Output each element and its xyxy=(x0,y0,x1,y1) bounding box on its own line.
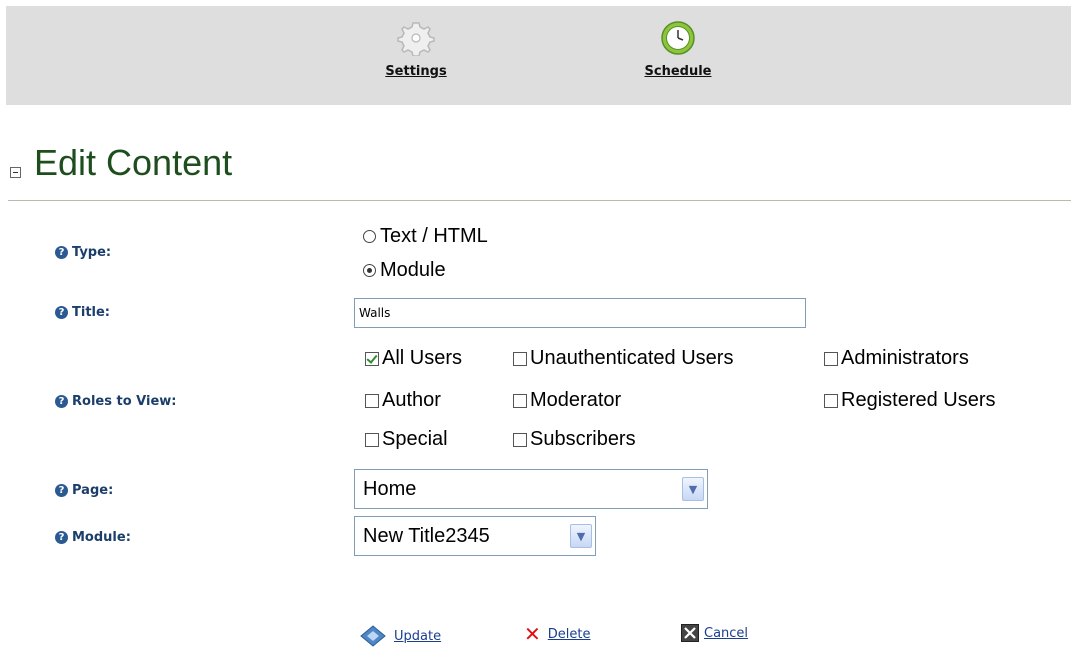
update-icon xyxy=(360,625,386,647)
title-input[interactable] xyxy=(354,298,806,328)
type-label: ? Type: xyxy=(55,245,111,260)
cancel-action[interactable]: Cancel xyxy=(681,624,748,642)
role-label: All Users xyxy=(382,347,463,369)
chevron-down-icon[interactable]: ▼ xyxy=(682,477,704,501)
role-label: Administrators xyxy=(841,347,969,369)
update-link[interactable]: Update xyxy=(394,629,441,644)
role-checkbox-special[interactable]: Special xyxy=(365,428,448,451)
module-label: ? Module: xyxy=(55,530,131,545)
role-checkbox-subscribers[interactable]: Subscribers xyxy=(513,428,636,451)
module-select[interactable]: New Title2345 ▼ xyxy=(354,516,596,556)
update-action[interactable]: Update xyxy=(359,624,441,648)
checkbox[interactable] xyxy=(365,351,379,366)
gear-icon xyxy=(397,22,435,56)
delete-link[interactable]: Delete xyxy=(548,627,591,642)
checkbox[interactable] xyxy=(365,393,379,408)
role-checkbox-author[interactable]: Author xyxy=(365,389,441,412)
title-label: ? Title: xyxy=(55,305,110,320)
help-icon[interactable]: ? xyxy=(55,306,68,319)
schedule-tab[interactable]: Schedule xyxy=(630,20,726,79)
title-divider xyxy=(8,200,1071,201)
help-icon[interactable]: ? xyxy=(55,395,68,408)
checkbox[interactable] xyxy=(824,351,838,366)
roles-label: ? Roles to View: xyxy=(55,394,176,409)
page-select[interactable]: Home ▼ xyxy=(354,469,708,509)
type-option-module[interactable]: Module xyxy=(363,259,446,282)
role-checkbox-moderator[interactable]: Moderator xyxy=(513,389,621,412)
type-option-label: Module xyxy=(380,259,446,281)
radio-module[interactable] xyxy=(363,264,376,277)
role-label: Author xyxy=(382,389,441,411)
schedule-link[interactable]: Schedule xyxy=(645,64,712,79)
type-label-text: Type: xyxy=(72,245,112,260)
type-option-label: Text / HTML xyxy=(380,225,488,247)
settings-link[interactable]: Settings xyxy=(385,64,446,79)
delete-action[interactable]: ✕ Delete xyxy=(524,624,590,644)
role-checkbox-all-users[interactable]: All Users xyxy=(365,347,462,370)
help-icon[interactable]: ? xyxy=(55,484,68,497)
top-toolbar: Settings Schedule xyxy=(6,6,1071,105)
role-label: Special xyxy=(382,428,448,450)
checkbox[interactable] xyxy=(824,393,838,408)
role-label: Registered Users xyxy=(841,389,996,411)
role-checkbox-registered-users[interactable]: Registered Users xyxy=(824,389,996,412)
role-label: Moderator xyxy=(530,389,622,411)
type-option-text-html[interactable]: Text / HTML xyxy=(363,225,488,248)
module-label-text: Module: xyxy=(72,530,131,545)
cancel-link[interactable]: Cancel xyxy=(704,626,748,641)
checkbox[interactable] xyxy=(365,432,379,447)
page-select-value: Home xyxy=(363,477,417,500)
checkbox[interactable] xyxy=(513,432,527,447)
help-icon[interactable]: ? xyxy=(55,531,68,544)
radio-text-html[interactable] xyxy=(363,230,376,243)
role-label: Unauthenticated Users xyxy=(530,347,734,369)
chevron-down-icon[interactable]: ▼ xyxy=(570,524,592,548)
collapse-toggle-icon[interactable] xyxy=(10,167,21,178)
settings-tab[interactable]: Settings xyxy=(374,20,458,79)
clock-icon xyxy=(661,21,695,55)
checkbox[interactable] xyxy=(513,393,527,408)
checkbox[interactable] xyxy=(513,351,527,366)
roles-label-text: Roles to View: xyxy=(72,394,177,409)
role-checkbox-administrators[interactable]: Administrators xyxy=(824,347,969,370)
page-title: Edit Content xyxy=(34,142,233,183)
delete-x-icon: ✕ xyxy=(524,622,541,646)
page-label: ? Page: xyxy=(55,483,113,498)
page-label-text: Page: xyxy=(72,483,114,498)
cancel-icon xyxy=(681,624,699,642)
title-label-text: Title: xyxy=(72,305,111,320)
role-label: Subscribers xyxy=(530,428,636,450)
help-icon[interactable]: ? xyxy=(55,246,68,259)
role-checkbox-unauthenticated-users[interactable]: Unauthenticated Users xyxy=(513,347,733,370)
module-select-value: New Title2345 xyxy=(363,524,490,547)
